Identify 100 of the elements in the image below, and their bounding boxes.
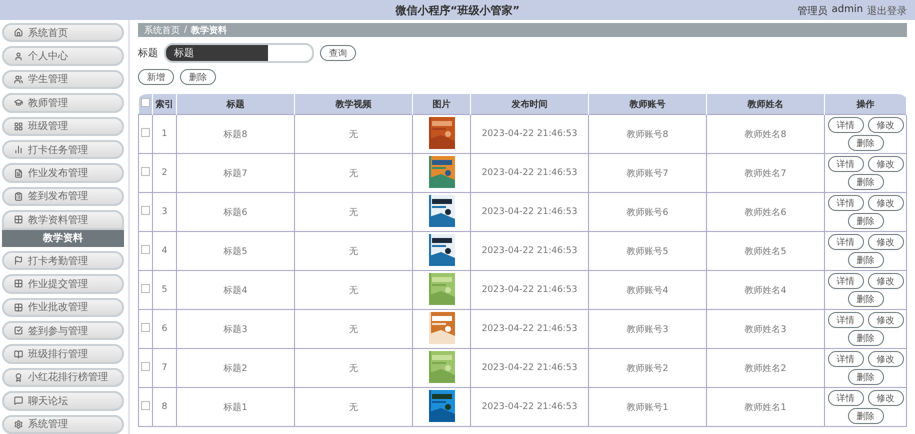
column-header: 图片 [432, 100, 450, 110]
table-cell: 无 [349, 402, 358, 412]
menu-icon [14, 256, 23, 266]
sidebar-item[interactable]: 教师管理 [2, 93, 124, 113]
edit-button[interactable]: 修改 [868, 117, 904, 133]
logout-link[interactable]: 退出登录 [867, 4, 907, 18]
table-cell: 4 [162, 246, 168, 256]
menu-icon [14, 420, 23, 429]
column-header: 教学视频 [336, 100, 372, 110]
row-checkbox[interactable] [141, 206, 150, 215]
row-checkbox[interactable] [141, 401, 150, 410]
menu-icon [14, 145, 23, 154]
select-all-checkbox[interactable] [140, 98, 150, 107]
table-cell: 教师姓名7 [744, 168, 786, 178]
sidebar-subitem[interactable]: 教学资料 [2, 230, 124, 247]
table-cell: 标题7 [224, 168, 248, 178]
delete-button[interactable]: 删除 [848, 408, 884, 424]
row-checkbox[interactable] [141, 167, 150, 176]
column-header: 发布时间 [512, 100, 548, 110]
sidebar-item[interactable]: 签到参与管理 [2, 321, 124, 340]
edit-button[interactable]: 修改 [868, 312, 904, 328]
row-checkbox[interactable] [141, 323, 150, 332]
app-title: 微信小程序“班级小管家” [395, 2, 520, 18]
table-cell: 教师姓名8 [744, 130, 786, 140]
sidebar-item[interactable]: 聊天论坛 [2, 391, 124, 411]
delete-button[interactable]: 删除 [848, 369, 884, 385]
table-cell: 教师姓名4 [744, 286, 786, 296]
details-button[interactable]: 详情 [828, 156, 864, 172]
column-header: 教师账号 [630, 100, 666, 110]
sidebar-item[interactable]: 小红花排行榜管理 [2, 368, 124, 388]
delete-button[interactable]: 删除 [848, 291, 884, 307]
table-cell: 标题8 [224, 130, 248, 140]
delete-button[interactable]: 删除 [848, 330, 884, 346]
delete-button[interactable]: 删除 [848, 135, 884, 151]
add-button[interactable]: 新增 [138, 69, 174, 85]
table-cell: 5 [162, 285, 168, 295]
table-cell: 无 [349, 324, 358, 334]
edit-button[interactable]: 修改 [868, 351, 904, 367]
menu-icon [14, 192, 23, 201]
table-cell: 6 [162, 324, 168, 334]
sidebar-item[interactable]: 签到发布管理 [2, 186, 124, 206]
details-button[interactable]: 详情 [828, 195, 864, 211]
sidebar-item[interactable]: 系统首页 [2, 23, 124, 42]
edit-button[interactable]: 修改 [868, 234, 904, 250]
menu-icon [14, 302, 23, 312]
table-cell: 教师账号7 [626, 168, 668, 178]
delete-button[interactable]: 删除 [848, 213, 884, 229]
sidebar-item[interactable]: 打卡考勤管理 [2, 250, 124, 270]
table-cell: 3 [162, 207, 168, 217]
table-cell: 2023-04-22 21:46:53 [482, 324, 578, 334]
search-field[interactable]: 标题 [164, 43, 314, 63]
row-checkbox[interactable] [141, 245, 150, 254]
details-button[interactable]: 详情 [828, 312, 864, 328]
delete-button[interactable]: 删除 [180, 69, 216, 85]
table-cell: 无 [349, 168, 358, 178]
search-button[interactable]: 查询 [320, 45, 356, 61]
table-cell: 标题5 [224, 246, 248, 256]
sidebar-item[interactable]: 打卡任务管理 [2, 140, 124, 160]
edit-button[interactable]: 修改 [868, 273, 904, 289]
table-cell: 2023-04-22 21:46:53 [482, 207, 578, 217]
table-cell: 标题4 [224, 286, 248, 296]
table-cell: 教师账号5 [626, 246, 668, 256]
edit-button[interactable]: 修改 [868, 390, 904, 406]
menu-icon [14, 74, 23, 84]
details-button[interactable]: 详情 [828, 117, 864, 133]
row-checkbox[interactable] [141, 128, 150, 137]
table-cell: 2023-04-22 21:46:53 [482, 285, 578, 295]
sidebar-item[interactable]: 作业发布管理 [2, 163, 124, 183]
table-cell: 教师账号8 [626, 130, 668, 140]
delete-button[interactable]: 删除 [848, 252, 884, 268]
table-cell: 教师姓名3 [744, 324, 786, 334]
table-cell: 无 [349, 286, 358, 296]
sidebar-item[interactable]: 班级管理 [2, 116, 124, 136]
details-button[interactable]: 详情 [828, 234, 864, 250]
edit-button[interactable]: 修改 [868, 156, 904, 172]
sidebar-item[interactable]: 个人中心 [2, 46, 124, 66]
sidebar-item[interactable]: 系统管理 [2, 414, 124, 434]
breadcrumb-separator: / [184, 25, 188, 35]
row-checkbox[interactable] [141, 284, 150, 293]
table-cell: 无 [349, 208, 358, 218]
table-cell: 教师姓名2 [744, 364, 786, 374]
table-cell: 标题2 [224, 364, 248, 374]
sidebar-item[interactable]: 学生管理 [2, 70, 124, 90]
menu-icon [14, 28, 23, 38]
details-button[interactable]: 详情 [828, 390, 864, 406]
edit-button[interactable]: 修改 [868, 195, 904, 211]
sidebar-item[interactable]: 作业提交管理 [2, 274, 124, 294]
sidebar-item[interactable]: 班级排行管理 [2, 344, 124, 364]
sidebar-item[interactable]: 作业批改管理 [2, 298, 124, 317]
table-cell: 2023-04-22 21:46:53 [482, 129, 578, 139]
table-cell: 无 [349, 364, 358, 374]
table-cell: 8 [162, 402, 168, 412]
sidebar-item[interactable]: 教学资料管理 [2, 210, 124, 230]
table-cell: 标题3 [224, 324, 248, 334]
details-button[interactable]: 详情 [828, 273, 864, 289]
details-button[interactable]: 详情 [828, 351, 864, 367]
delete-button[interactable]: 删除 [848, 174, 884, 190]
table-cell: 2023-04-22 21:46:53 [482, 363, 578, 373]
column-header: 标题 [226, 100, 244, 110]
row-checkbox[interactable] [141, 362, 150, 371]
